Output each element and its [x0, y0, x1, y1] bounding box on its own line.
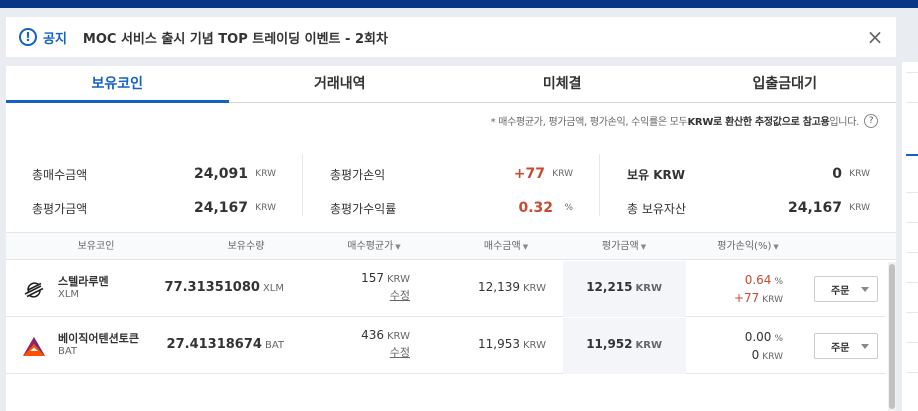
summary-section: 총매수금액 24,091 KRW 총평가금액 24,167 KRW 총평가손익 … [6, 154, 896, 224]
summary-divider [302, 154, 303, 216]
coin-symbol: XLM [58, 289, 80, 300]
notice-text-bold: KRW로 환산한 추정값으로 참고용 [687, 117, 830, 128]
total-eval-value: 24,167 [193, 200, 248, 216]
eval-amount: 11,952 KRW [586, 337, 662, 351]
divider [906, 282, 918, 283]
profit-loss: 0.64% +77 KRW [733, 273, 783, 305]
header-pl[interactable]: 평가손익(%) ▼ [698, 233, 798, 261]
header-avg[interactable]: 매수평균가 ▼ [324, 233, 424, 261]
caret-down-icon [861, 287, 869, 292]
total-pl-value: +77 [513, 166, 545, 182]
sort-down-icon: ▼ [640, 243, 647, 251]
estimate-notice: * 매수평균가, 평가금액, 평가손익, 수익률은 모두 KRW로 환산한 추정… [491, 113, 878, 128]
summary-divider [599, 154, 600, 216]
notice-text-end: 입니다. [829, 117, 859, 128]
total-assets-label: 총 보유자산 [627, 201, 687, 216]
close-icon[interactable]: × [864, 26, 886, 48]
total-eval-label: 총평가금액 [32, 201, 88, 216]
total-assets-value: 24,167 [787, 200, 842, 216]
total-pl-unit: KRW [552, 169, 573, 179]
notice-title[interactable]: MOC 서비스 출시 기념 TOP 트레이딩 이벤트 - 2회차 [83, 28, 388, 47]
total-pl-label: 총평가손익 [330, 167, 386, 182]
tab-pending-transfers[interactable]: 입출금대기 [674, 66, 897, 102]
edit-avg-link[interactable]: 수정 [361, 344, 410, 360]
divider [906, 372, 918, 373]
active-indicator [906, 154, 918, 156]
sort-down-icon: ▼ [773, 243, 779, 251]
coin-symbol: BAT [58, 346, 78, 357]
table-scrollbar[interactable] [888, 262, 896, 411]
total-buy-label: 총매수금액 [32, 167, 88, 182]
profit-loss: 0.00% 0 KRW [744, 330, 783, 362]
order-dropdown-button[interactable]: 주문 [814, 333, 878, 359]
coin-name[interactable]: 베이직어텐션토큰 [58, 330, 139, 346]
order-dropdown-button[interactable]: 주문 [814, 276, 878, 302]
top-nav-bar [0, 0, 918, 8]
divider [906, 252, 918, 253]
tab-transactions[interactable]: 거래내역 [229, 66, 452, 102]
edit-avg-link[interactable]: 수정 [361, 287, 410, 303]
total-eval-unit: KRW [255, 203, 276, 213]
divider [906, 192, 918, 193]
holding-qty: 77.31351080 XLM [164, 280, 284, 295]
holding-qty: 27.41318674 BAT [166, 337, 284, 352]
holdings-tabs: 보유코인 거래내역 미체결 입출금대기 [6, 66, 896, 103]
buy-amount: 12,139 KRW [478, 280, 546, 294]
header-qty: 보유수량 [227, 241, 265, 252]
table-row: 스텔라루멘 XLM 77.31351080 XLM 157 KRW 수정 12,139… [6, 261, 886, 317]
total-return-label: 총평가수익률 [330, 201, 397, 216]
avg-buy-price: 157 KRW 수정 [361, 271, 410, 303]
stellar-coin-icon [24, 282, 44, 298]
buy-amount: 11,953 KRW [478, 337, 546, 351]
total-assets-unit: KRW [849, 203, 870, 213]
krw-held-unit: KRW [849, 169, 870, 179]
krw-held-value: 0 [832, 166, 842, 182]
divider [906, 102, 918, 103]
summary-col-pl: 총평가손익 +77 KRW 총평가수익률 0.32 % [330, 154, 573, 224]
total-buy-value: 24,091 [193, 166, 248, 182]
divider [906, 222, 918, 223]
eval-amount: 12,215 KRW [586, 280, 662, 294]
divider [906, 342, 918, 343]
table-row: 베이직어텐션토큰 BAT 27.41318674 BAT 436 KRW 수정 11,… [6, 318, 886, 374]
total-return-value: 0.32 [518, 200, 553, 216]
sort-down-icon: ▼ [522, 243, 529, 251]
bat-coin-icon [23, 337, 45, 356]
avg-buy-price: 436 KRW 수정 [361, 328, 410, 360]
notice-text: * 매수평균가, 평가금액, 평가손익, 수익률은 모두 [490, 117, 688, 128]
summary-col-buy: 총매수금액 24,091 KRW 총평가금액 24,167 KRW [32, 154, 276, 224]
sort-down-icon: ▼ [395, 243, 401, 251]
tab-holdings[interactable]: 보유코인 [6, 66, 229, 103]
scrollbar-thumb[interactable] [889, 264, 895, 409]
holdings-table-header: 보유코인 보유수량 매수평균가 ▼ 매수금액 ▼ 평가금액 ▼ 평가손익(%) ▼ [6, 232, 896, 260]
help-icon[interactable]: ? [864, 113, 878, 128]
summary-col-assets: 보유 KRW 0 KRW 총 보유자산 24,167 KRW [627, 154, 870, 224]
tab-open-orders[interactable]: 미체결 [451, 66, 674, 102]
divider [906, 312, 918, 313]
right-side-panel [902, 62, 918, 411]
total-buy-unit: KRW [255, 169, 276, 179]
header-coin: 보유코인 [77, 241, 115, 252]
krw-held-label: 보유 KRW [627, 167, 686, 182]
header-buy[interactable]: 매수금액 ▼ [456, 233, 556, 261]
header-eval[interactable]: 평가금액 ▼ [574, 233, 674, 261]
coin-name[interactable]: 스텔라루멘 [58, 273, 109, 289]
notice-label: 공지 [43, 31, 67, 47]
caret-down-icon [861, 344, 869, 349]
total-return-unit: % [564, 203, 573, 213]
info-icon: ! [19, 28, 37, 46]
holdings-panel: 보유코인 거래내역 미체결 입출금대기 * 매수평균가, 평가금액, 평가손익,… [6, 66, 896, 411]
divider [906, 72, 918, 73]
notice-banner: ! 공지 MOC 서비스 출시 기념 TOP 트레이딩 이벤트 - 2회차 × [6, 17, 896, 57]
